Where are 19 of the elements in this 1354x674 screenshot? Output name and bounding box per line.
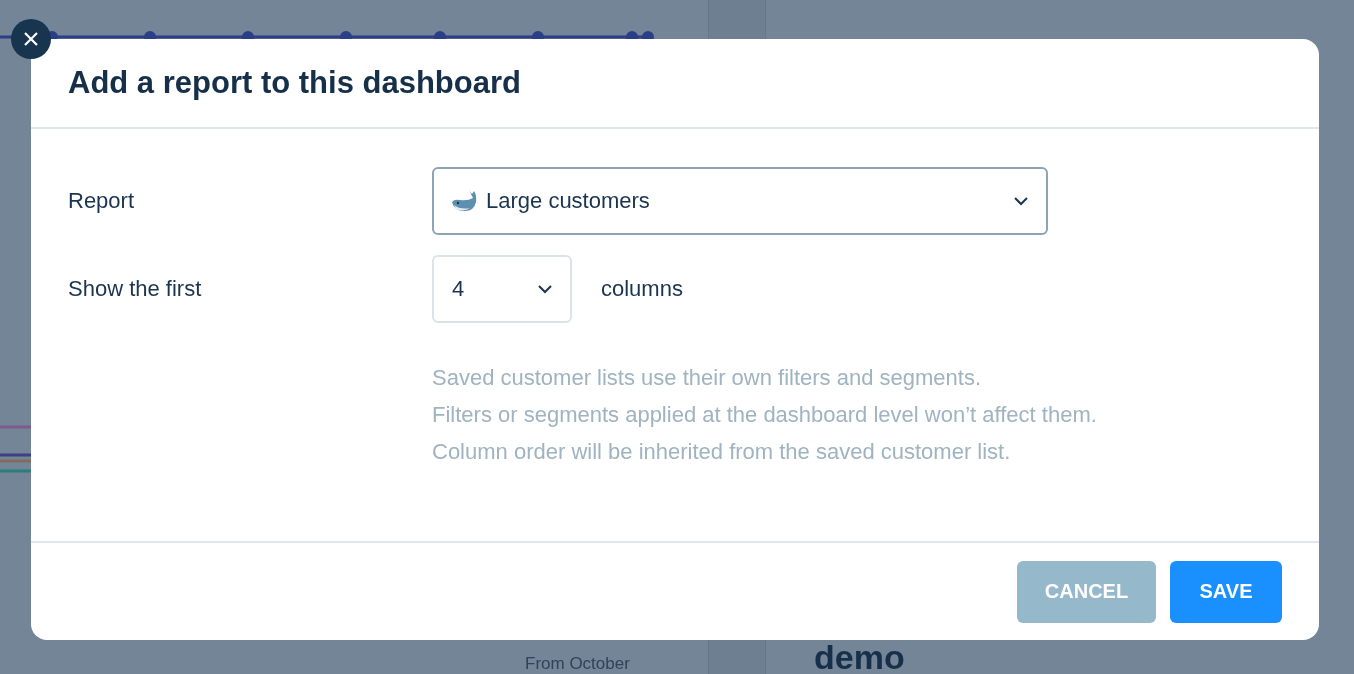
column-count-select[interactable]: 4: [432, 255, 572, 323]
close-button[interactable]: [11, 19, 51, 59]
help-text: Saved customer lists use their own filters and segments.: [432, 364, 983, 392]
chart-line: [0, 453, 32, 457]
chart-line: [0, 459, 32, 463]
close-icon: [24, 32, 38, 46]
report-select[interactable]: Large customers: [432, 167, 1048, 235]
chevron-down-icon: [1014, 196, 1028, 206]
field-label: Report: [68, 188, 136, 214]
suffix-text: columns: [601, 276, 683, 302]
chart-line: [0, 469, 32, 473]
caption-text: From October: [525, 654, 630, 674]
dialog-title: Add a report to this dashboard: [68, 65, 521, 101]
chart-line: [0, 425, 32, 429]
field-label: Show the first: [68, 276, 203, 302]
chevron-down-icon: [538, 284, 552, 294]
help-text: Filters or segments applied at the dashboard level won’t affect them.: [432, 401, 1098, 429]
metric-value: demo: [814, 640, 906, 674]
help-text: Column order will be inherited from the saved customer list.: [432, 438, 1012, 466]
